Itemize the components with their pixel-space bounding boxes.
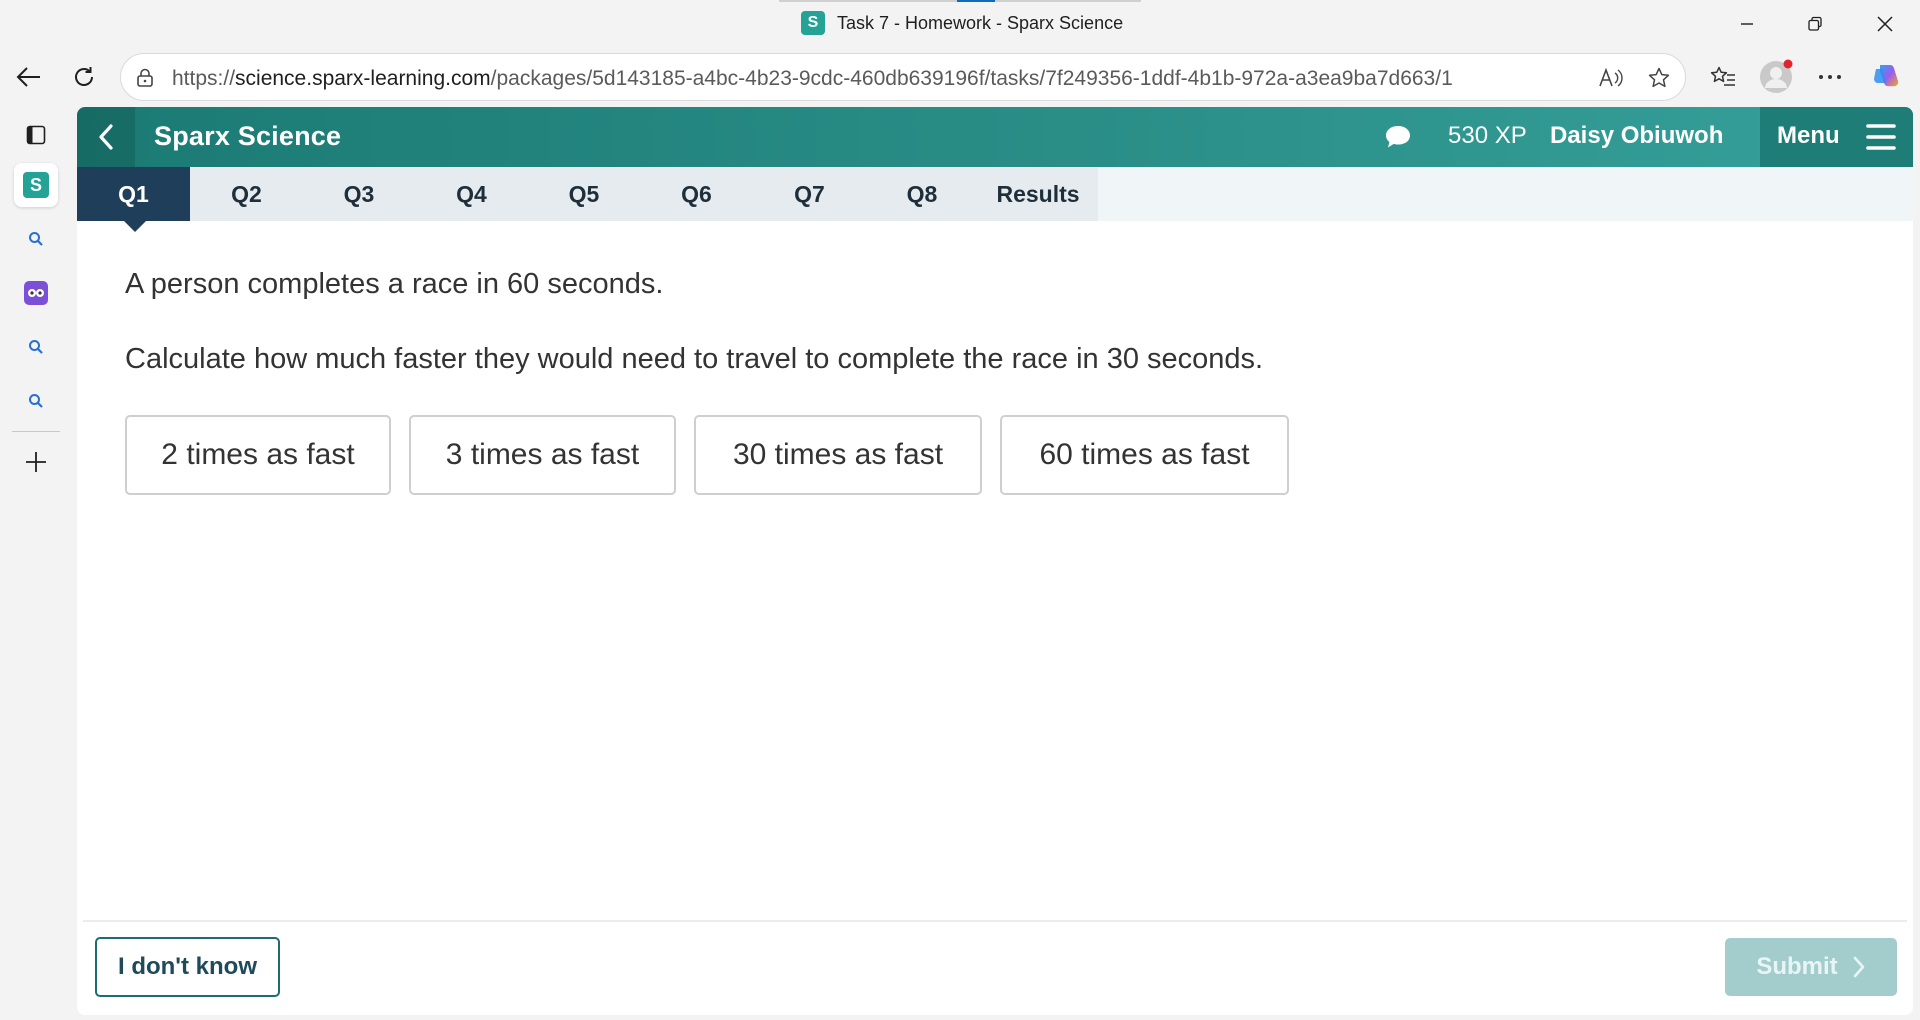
restore-button[interactable] (1785, 6, 1845, 42)
arrow-left-icon (16, 67, 40, 87)
submit-label: Submit (1756, 953, 1838, 980)
more-options-icon[interactable] (1810, 57, 1850, 97)
browser-tab-title: Task 7 - Homework - Sparx Science (837, 12, 1124, 33)
address-bar[interactable]: https://science.sparx-learning.com/packa… (120, 53, 1686, 101)
sparx-app-icon: S (23, 172, 49, 198)
url-text: https://science.sparx-learning.com/packa… (172, 67, 1453, 90)
profile-avatar-icon[interactable] (1756, 57, 1796, 97)
footer-divider (83, 920, 1907, 922)
lock-icon[interactable] (129, 62, 161, 94)
sparx-favicon-icon: S (801, 11, 825, 35)
user-name[interactable]: Daisy Obiuwoh (1550, 122, 1723, 150)
search-icon (29, 340, 43, 354)
sidebar-add-button[interactable] (16, 442, 56, 482)
minimize-button[interactable] (1717, 6, 1777, 42)
sidebar-search-button[interactable] (16, 327, 56, 367)
tab-q2[interactable]: Q2 (190, 167, 303, 221)
back-button[interactable] (9, 57, 49, 97)
sidebar-search-button[interactable] (16, 381, 56, 421)
minimize-icon (1741, 23, 1753, 25)
tab-q3[interactable]: Q3 (303, 167, 415, 221)
answer-option[interactable]: 2 times as fast (125, 415, 391, 495)
search-icon (29, 232, 43, 246)
tab-q1[interactable]: Q1 (77, 167, 190, 221)
chat-bubble-icon[interactable] (1383, 123, 1413, 151)
active-tab-pointer (124, 221, 146, 232)
tab-strip-line (995, 0, 1141, 2)
web-page: Sparx Science 530 XP Daisy Obiuwoh Menu … (77, 107, 1913, 1015)
menu-label: Menu (1777, 122, 1840, 149)
refresh-button[interactable] (64, 57, 104, 97)
refresh-icon (75, 67, 93, 86)
tab-actions-button[interactable] (16, 115, 56, 155)
question-tabs: Q1 Q2 Q3 Q4 Q5 Q6 Q7 Q8 Results (77, 167, 1913, 221)
window-title-bar: S Task 7 - Homework - Sparx Science (0, 0, 1920, 48)
question-text: A person completes a race in 60 seconds. (125, 268, 664, 300)
chevron-left-icon (99, 124, 113, 150)
app-header: Sparx Science 530 XP Daisy Obiuwoh Menu (77, 107, 1913, 167)
question-instruction: Calculate how much faster they would nee… (125, 343, 1264, 375)
sidebar-app-sparx[interactable]: S (14, 163, 58, 207)
hamburger-menu-icon (1866, 124, 1896, 150)
sidebar-divider (12, 431, 60, 432)
tab-q5[interactable]: Q5 (528, 167, 640, 221)
tabs-icon (26, 125, 46, 145)
close-button[interactable] (1855, 6, 1915, 42)
favorite-star-icon[interactable] (1643, 62, 1675, 94)
app-title: Sparx Science (154, 121, 342, 151)
plus-icon (26, 452, 46, 472)
tab-q8[interactable]: Q8 (866, 167, 978, 221)
submit-button[interactable]: Submit (1725, 938, 1897, 996)
copilot-icon[interactable] (1866, 57, 1906, 97)
tab-q4[interactable]: Q4 (415, 167, 528, 221)
tab-strip-line (779, 0, 957, 2)
menu-button[interactable]: Menu (1760, 107, 1913, 167)
active-tab-indicator (957, 0, 995, 2)
tab-q7[interactable]: Q7 (753, 167, 866, 221)
close-icon (1877, 16, 1893, 32)
sidebar-search-button[interactable] (16, 219, 56, 259)
read-aloud-icon[interactable] (1595, 62, 1627, 94)
favorites-icon[interactable] (1703, 57, 1743, 97)
tab-results[interactable]: Results (978, 167, 1098, 221)
dont-know-button[interactable]: I don't know (95, 937, 280, 997)
browser-tab[interactable]: S Task 7 - Homework - Sparx Science (801, 11, 1123, 35)
app-back-button[interactable] (77, 107, 135, 167)
search-icon (29, 394, 43, 408)
xp-count: 530 XP (1448, 122, 1527, 149)
restore-icon (1808, 16, 1822, 31)
browser-toolbar: https://science.sparx-learning.com/packa… (0, 48, 1920, 106)
browser-sidebar: S (0, 106, 72, 1020)
owl-app-icon (24, 281, 48, 305)
tab-q6[interactable]: Q6 (640, 167, 753, 221)
answer-option[interactable]: 60 times as fast (1000, 415, 1289, 495)
chevron-right-icon (1853, 956, 1864, 978)
answer-option[interactable]: 3 times as fast (409, 415, 676, 495)
answer-option[interactable]: 30 times as fast (694, 415, 982, 495)
sidebar-app-owl[interactable] (16, 273, 56, 313)
